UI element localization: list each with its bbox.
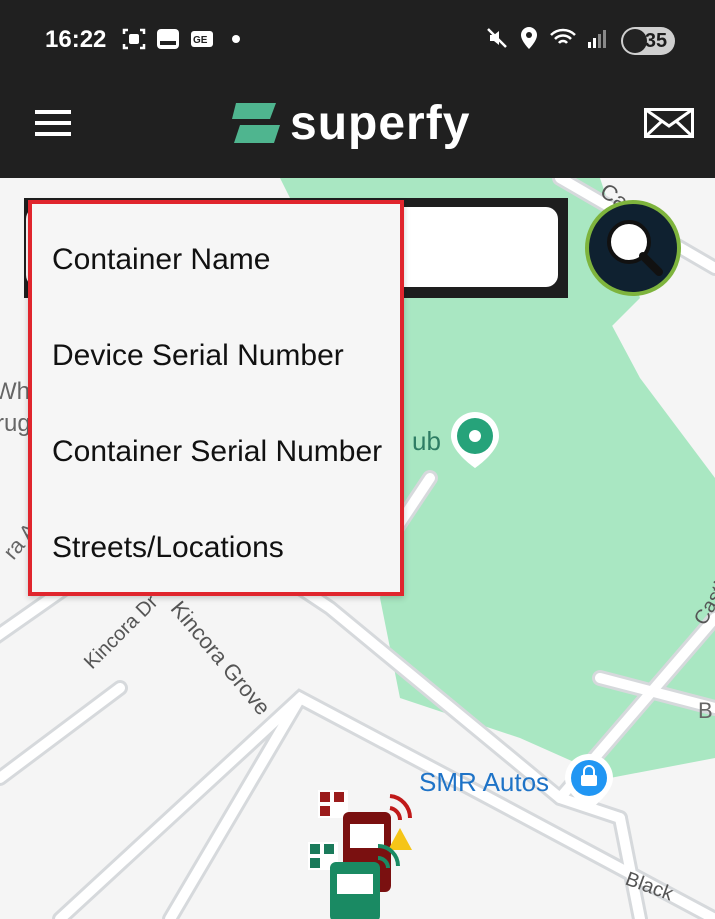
battery-level: 35 [644, 29, 668, 52]
option-container-name[interactable]: Container Name [52, 212, 412, 308]
app-logo: superfy [230, 96, 470, 150]
menu-line [35, 110, 71, 114]
battery-indicator: 35 [621, 27, 675, 55]
map-label-smr-autos: SMR Autos [419, 767, 550, 797]
search-button[interactable] [585, 200, 681, 296]
map-label-partial: rug [0, 410, 31, 437]
option-container-serial-number[interactable]: Container Serial Number [52, 404, 412, 500]
ge-news-icon: GE [191, 31, 213, 47]
option-device-serial-number[interactable]: Device Serial Number [52, 308, 412, 404]
status-icons-left: GE [122, 28, 240, 50]
wifi-icon [550, 28, 576, 44]
signal-icon [588, 30, 606, 48]
superfy-logo-icon [232, 103, 280, 143]
search-icon [607, 220, 663, 276]
notification-icon [157, 29, 179, 49]
svg-text:GE: GE [193, 35, 208, 46]
location-icon [521, 27, 537, 49]
mute-icon [487, 28, 507, 48]
menu-line [35, 132, 71, 136]
battery-saver-icon [623, 29, 647, 53]
menu-line [35, 121, 71, 125]
status-dot [232, 35, 240, 43]
map-label-partial: B [698, 698, 713, 723]
status-bar: 16:22 GE 35 [0, 0, 715, 82]
app-title: superfy [290, 96, 471, 150]
mail-icon[interactable] [644, 108, 694, 138]
map-label-pub: ub [412, 426, 441, 456]
road-center [0, 683, 125, 783]
option-streets-locations[interactable]: Streets/Locations [52, 500, 412, 596]
screenshot-icon [122, 28, 146, 50]
search-type-dropdown: Container Name Device Serial Number Cont… [28, 200, 404, 596]
menu-button[interactable] [35, 110, 71, 136]
status-time: 16:22 [45, 26, 107, 53]
